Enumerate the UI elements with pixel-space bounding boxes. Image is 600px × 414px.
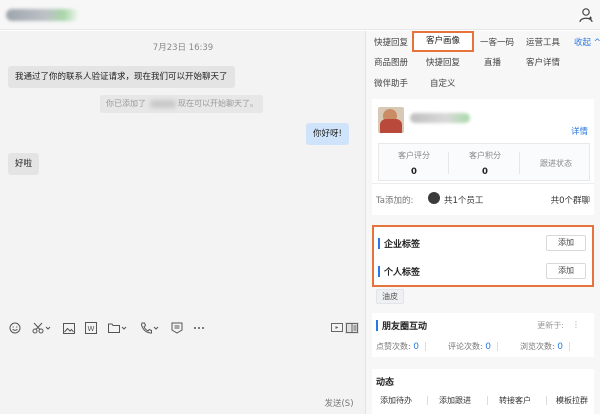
staff-count[interactable]: 共1个员工 [444, 194, 483, 206]
stat-label: 客户评分 [398, 151, 430, 160]
stat-label: 客户积分 [469, 151, 501, 160]
customer-panel: 快捷回复 客户画像 一客一码 运营工具 收起 ^ 商品图册 快捷回复 直播 客户… [366, 31, 600, 414]
activity-card: 动态 添加待办 添加跟进 转接客户 模板拉群 [372, 369, 594, 414]
add-enterprise-tag-button[interactable]: 添加 [546, 235, 586, 251]
add-todo-button[interactable]: 添加待办 [380, 395, 412, 406]
screen-icon[interactable] [330, 322, 344, 334]
app-window: 7月23日 16:39 我通过了你的联系人验证请求，现在我们可以开始聊天了 你已… [0, 0, 600, 414]
tab-operations-tools[interactable]: 运营工具 [526, 33, 560, 53]
stat-value: 0 [485, 342, 491, 352]
message-timestamp: 7月23日 16:39 [152, 43, 214, 53]
panel-tabs-row: 商品图册 快捷回复 直播 客户详情 [366, 53, 600, 73]
stat-customer-points: 客户积分 0 [450, 144, 520, 182]
scissors-icon[interactable] [32, 322, 52, 334]
added-by-label: Ta添加的: [376, 196, 414, 206]
system-notice-suffix: 现在可以开始聊天了。 [178, 99, 258, 108]
collapse-label: 收起 [574, 38, 592, 48]
contact-name-redacted [6, 9, 78, 21]
chat-toolbar: W [0, 317, 366, 339]
title-bar [0, 0, 600, 30]
outgoing-message[interactable]: 你好呀! [306, 123, 349, 145]
customer-avatar[interactable] [378, 107, 404, 133]
transfer-customer-button[interactable]: 转接客户 [499, 395, 531, 406]
tab-one-customer-one-code[interactable]: 一客一码 [480, 33, 514, 53]
add-personal-tag-button[interactable]: 添加 [546, 263, 586, 279]
follow-status-label[interactable]: 跟进状态 [521, 158, 591, 169]
folder-icon[interactable] [108, 322, 128, 334]
collapse-button[interactable]: 收起 ^ [574, 33, 600, 53]
moments-title: 朋友圈互动 [382, 322, 428, 332]
tab-product-catalog[interactable]: 商品图册 [374, 53, 408, 73]
views-stat: 浏览次数: 0 [520, 341, 570, 352]
system-notice: 你已添加了 现在可以开始聊天了。 [100, 95, 263, 113]
tab-live[interactable]: 直播 [484, 53, 501, 73]
emoji-icon[interactable] [8, 322, 22, 334]
redacted-name [150, 100, 176, 108]
add-follow-up-button[interactable]: 添加跟进 [439, 395, 471, 406]
more-icon[interactable] [192, 322, 206, 334]
tab-custom[interactable]: 自定义 [430, 74, 456, 94]
template-group-button[interactable]: 模板拉群 [556, 395, 588, 406]
moments-update-label: 更新于: [537, 321, 564, 330]
incoming-message[interactable]: 我通过了你的联系人验证请求，现在我们可以开始聊天了 [8, 66, 235, 88]
tags-card: 企业标签 添加 个人标签 添加 [372, 225, 594, 287]
personal-tags-row: 个人标签 添加 [374, 263, 592, 281]
image-icon[interactable] [62, 322, 76, 334]
word-doc-icon[interactable]: W [84, 322, 98, 334]
tag-chip[interactable]: 油皮 [376, 289, 404, 304]
stat-label: 评论次数: [448, 342, 483, 351]
profile-card: 详情 客户评分 0 客户积分 0 跟进状态 Ta添加的: 共1个员工 共0个群聊 [372, 99, 594, 215]
tab-customer-details[interactable]: 客户详情 [526, 53, 560, 73]
refresh-icon[interactable]: ⋮ [572, 320, 580, 329]
tab-assistant[interactable]: 微伴助手 [374, 74, 408, 94]
chat-pane: 7月23日 16:39 我通过了你的联系人验证请求，现在我们可以开始聊天了 你已… [0, 31, 366, 414]
sidebar-toggle-icon[interactable] [345, 322, 359, 334]
save-icon[interactable] [170, 322, 184, 334]
panel-tabs-row: 微伴助手 自定义 [366, 74, 600, 94]
tab-quick-reply[interactable]: 快捷回复 [374, 33, 408, 53]
svg-text:W: W [88, 325, 95, 333]
stat-value: 0 [557, 342, 563, 352]
enterprise-tags-title: 企业标签 [384, 240, 421, 250]
tab-customer-profile[interactable]: 客户画像 [412, 31, 475, 52]
stat-value: 0 [413, 342, 419, 352]
stat-label: 点赞次数: [376, 342, 411, 351]
personal-tags-title: 个人标签 [384, 268, 421, 278]
contact-profile-icon[interactable] [578, 7, 594, 23]
customer-name-redacted [410, 113, 470, 123]
system-notice-prefix: 你已添加了 [106, 99, 146, 108]
likes-stat: 点赞次数: 0 [376, 341, 426, 352]
stats-box: 客户评分 0 客户积分 0 跟进状态 [378, 143, 590, 181]
group-count[interactable]: 共0个群聊 [551, 194, 590, 206]
phone-icon[interactable] [140, 322, 160, 334]
stat-label: 浏览次数: [520, 342, 555, 351]
incoming-message[interactable]: 好啦 [8, 153, 40, 175]
enterprise-tags-row: 企业标签 添加 [374, 235, 592, 253]
comments-stat: 评论次数: 0 [448, 341, 498, 352]
panel-tabs-row: 快捷回复 客户画像 一客一码 运营工具 收起 ^ [366, 31, 600, 53]
moments-card: 朋友圈互动 更新于: ⋮ 点赞次数: 0 评论次数: 0 浏览次数: 0 [372, 313, 594, 357]
stat-value: 0 [482, 167, 488, 177]
activity-title: 动态 [376, 378, 395, 388]
staff-avatar [428, 192, 440, 204]
details-link[interactable]: 详情 [571, 125, 588, 137]
stat-value: 0 [411, 167, 417, 177]
tab-quick-reply-2[interactable]: 快捷回复 [426, 53, 460, 73]
added-by-row: Ta添加的: 共1个员工 共0个群聊 [372, 183, 594, 215]
stat-customer-score: 客户评分 0 [379, 144, 449, 182]
send-button[interactable]: 发送(S) [318, 397, 360, 411]
